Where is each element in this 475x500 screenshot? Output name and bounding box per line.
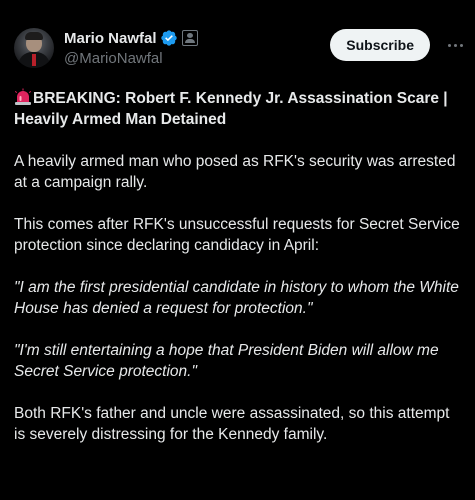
paragraph-2: This comes after RFK's unsuccessful requ…: [14, 216, 460, 254]
quote-2: "I'm still entertaining a hope that Pres…: [14, 342, 439, 380]
author-names: Mario Nawfal @MarioNawfal: [64, 28, 198, 67]
post-card: Mario Nawfal @MarioNawfal Subscribe BREA…: [0, 0, 475, 500]
verified-badge-icon[interactable]: [160, 29, 178, 47]
headline-text: BREAKING: Robert F. Kennedy Jr. Assassin…: [14, 90, 448, 128]
more-dot: [459, 43, 463, 47]
quote-1: "I am the first presidential candidate i…: [14, 279, 459, 317]
siren-icon: [14, 88, 32, 105]
post-headline: BREAKING: Robert F. Kennedy Jr. Assassin…: [14, 88, 464, 130]
author-handle[interactable]: @MarioNawfal: [64, 50, 198, 67]
avatar-hair: [25, 32, 43, 40]
avatar[interactable]: [14, 28, 54, 68]
subscribe-button[interactable]: Subscribe: [330, 29, 430, 61]
paragraph-3: Both RFK's father and uncle were assassi…: [14, 405, 450, 443]
post-header: Mario Nawfal @MarioNawfal Subscribe: [14, 26, 467, 72]
post-body: BREAKING: Robert F. Kennedy Jr. Assassin…: [14, 88, 464, 445]
name-row: Mario Nawfal: [64, 28, 198, 48]
affiliate-badge-icon[interactable]: [181, 30, 198, 46]
more-dot: [453, 43, 457, 47]
more-dot: [447, 43, 451, 47]
paragraph-1: A heavily armed man who posed as RFK's s…: [14, 153, 456, 191]
author-display-name[interactable]: Mario Nawfal: [64, 30, 157, 47]
avatar-tie: [32, 54, 36, 66]
more-horizontal-icon[interactable]: [443, 34, 467, 56]
